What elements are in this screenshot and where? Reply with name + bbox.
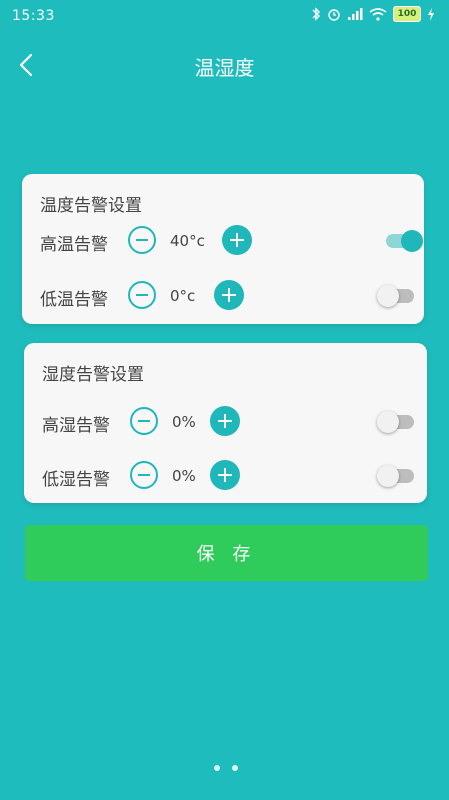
- battery-icon: 100: [393, 6, 421, 22]
- low-temp-label: 低温告警: [40, 290, 108, 310]
- high-temp-decrease-button[interactable]: [128, 226, 156, 254]
- charging-icon: [428, 7, 434, 21]
- high-humidity-row: 高湿告警 0%: [42, 406, 427, 439]
- toggle-knob: [377, 465, 399, 487]
- high-temp-toggle[interactable]: [386, 230, 423, 252]
- page-indicator: [214, 765, 238, 771]
- status-time: 15:33: [12, 8, 55, 24]
- low-humidity-value: 0%: [172, 467, 196, 485]
- temperature-section-title: 温度告警设置: [40, 196, 142, 216]
- high-humidity-decrease-button[interactable]: [130, 407, 158, 435]
- high-temp-row: 高温告警 40°c: [40, 225, 424, 258]
- high-temp-increase-button[interactable]: [222, 225, 252, 255]
- save-button[interactable]: 保 存: [25, 525, 428, 581]
- page-dot[interactable]: [214, 765, 220, 771]
- low-temp-decrease-button[interactable]: [128, 281, 156, 309]
- humidity-alarm-card: 湿度告警设置 高湿告警 0% 低湿告警 0%: [24, 343, 427, 503]
- high-humidity-value: 0%: [172, 413, 196, 431]
- page-title: 温湿度: [194, 56, 255, 80]
- toggle-knob: [377, 411, 399, 433]
- status-bar: 15:33 100: [0, 0, 449, 32]
- low-humidity-increase-button[interactable]: [210, 460, 240, 490]
- status-icons: 100: [311, 6, 435, 22]
- low-humidity-toggle[interactable]: [377, 465, 414, 487]
- low-temp-toggle[interactable]: [377, 285, 414, 307]
- low-humidity-label: 低湿告警: [42, 470, 110, 490]
- low-humidity-decrease-button[interactable]: [130, 461, 158, 489]
- wifi-icon: [369, 7, 387, 21]
- high-humidity-toggle[interactable]: [377, 411, 414, 433]
- bluetooth-icon: [312, 7, 320, 21]
- low-humidity-row: 低湿告警 0%: [42, 460, 427, 493]
- temperature-alarm-card: 温度告警设置 高温告警 40°c 低温告警 0°c: [22, 174, 424, 324]
- high-temp-value: 40°c: [170, 232, 205, 250]
- high-humidity-label: 高湿告警: [42, 416, 110, 436]
- high-temp-label: 高温告警: [40, 235, 108, 255]
- signal-icon: [348, 7, 363, 20]
- alarm-icon: [328, 9, 340, 21]
- page-dot[interactable]: [232, 765, 238, 771]
- toggle-knob: [401, 230, 423, 252]
- humidity-section-title: 湿度告警设置: [42, 365, 144, 385]
- low-temp-row: 低温告警 0°c: [40, 280, 424, 313]
- high-humidity-increase-button[interactable]: [210, 406, 240, 436]
- low-temp-increase-button[interactable]: [214, 280, 244, 310]
- title-bar: 温湿度: [0, 40, 449, 92]
- low-temp-value: 0°c: [170, 287, 196, 305]
- toggle-knob: [377, 285, 399, 307]
